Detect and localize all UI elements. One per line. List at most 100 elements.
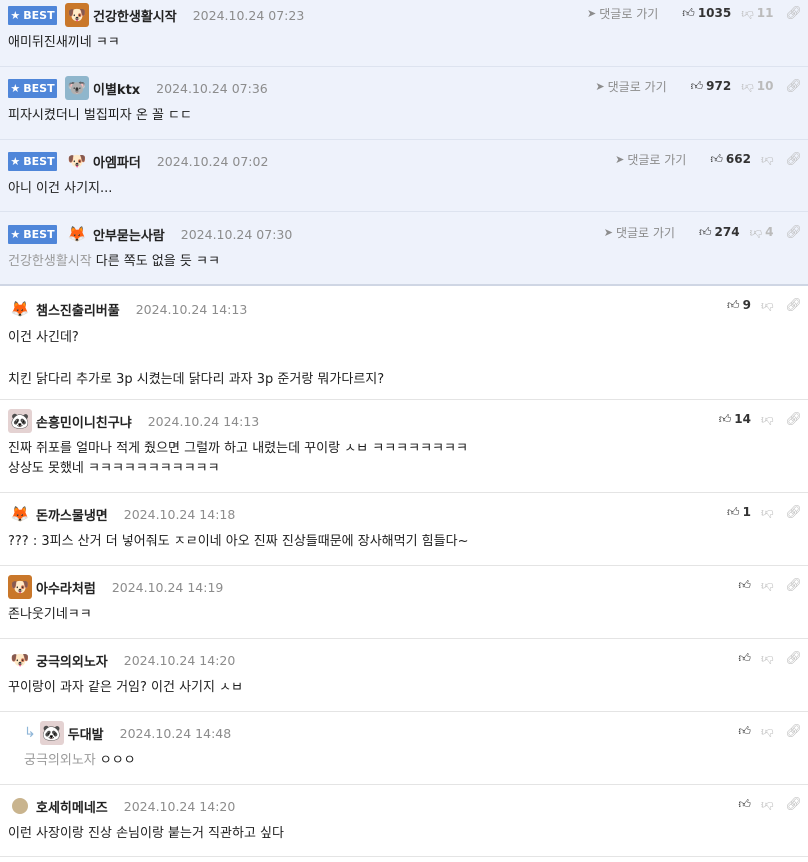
link-icon[interactable]: 🔗︎ [785, 724, 802, 739]
nickname[interactable]: 안부묻는사람 [93, 225, 165, 244]
link-icon[interactable]: 🔗︎ [785, 797, 802, 812]
comment-header: 🐼 손흥민이니친구냐 2024.10.24 14:13 [8, 406, 800, 436]
comment-actions: ➤ 댓글로 가기 👍︎ 662 👍︎ 🔗︎ [615, 150, 802, 168]
dog-avatar[interactable]: 🐶 [8, 575, 32, 599]
comment: 호세히메네즈 2024.10.24 14:20 👍︎ 👍︎ 🔗︎ 이런 사장이랑… [0, 785, 808, 857]
goto-comment-link[interactable]: ➤ 댓글로 가기 [615, 151, 686, 168]
thumbs-up-icon: 👍︎ [738, 723, 751, 738]
downvote-button[interactable]: 👍︎ 10 [741, 79, 773, 94]
nickname[interactable]: 이별ktx [93, 79, 140, 98]
upvote-button[interactable]: 👍︎ [738, 651, 751, 666]
downvote-button[interactable]: 👍︎ [761, 651, 774, 666]
goto-comment-link[interactable]: ➤ 댓글로 가기 [595, 78, 666, 95]
upvote-count: 14 [734, 412, 751, 426]
nickname[interactable]: 돈까스물냉면 [36, 505, 108, 524]
nickname[interactable]: 아수라처럼 [36, 578, 96, 597]
thumbs-down-icon: 👍︎ [760, 412, 774, 427]
downvote-button[interactable]: 👍︎ [761, 797, 774, 812]
upvote-count: 274 [714, 225, 740, 239]
thumbs-up-icon: 👍︎ [710, 151, 723, 166]
upvote-button[interactable]: 👍︎ [738, 578, 751, 593]
link-icon[interactable]: 🔗︎ [785, 6, 802, 21]
upvote-count: 1 [742, 505, 751, 519]
thumbs-down-icon: 👍︎ [760, 298, 774, 313]
nickname[interactable]: 손흥민이니친구냐 [36, 412, 132, 431]
thumbs-up-icon: 👍︎ [682, 5, 695, 20]
koala-avatar[interactable]: 🐨 [65, 76, 89, 100]
thumbs-up-icon: 👍︎ [698, 224, 712, 239]
panda-avatar[interactable]: 🐼 [8, 409, 32, 433]
downvote-button[interactable]: 👍︎ [761, 152, 774, 167]
comment: 🐼 손흥민이니친구냐 2024.10.24 14:13 👍︎ 14 👍︎ 🔗︎ 진… [0, 400, 808, 493]
downvote-button[interactable]: 👍︎ [761, 724, 774, 739]
upvote-button[interactable]: 👍︎ 14 [719, 412, 751, 427]
panda-avatar[interactable]: 🐼 [39, 721, 64, 745]
mention-nickname[interactable]: 건강한생활시작 [8, 254, 92, 269]
comment-list: ★ BEST 🐶 건강한생활시작 2024.10.24 07:23 ➤ 댓글로 가기… [0, 0, 808, 857]
comment: 🦊 돈까스물냉면 2024.10.24 14:18 👍︎ 1 👍︎ 🔗︎ ??? … [0, 493, 808, 566]
downvote-button[interactable]: 👍︎ 4 [750, 225, 774, 240]
link-icon[interactable]: 🔗︎ [785, 412, 802, 427]
upvote-button[interactable]: 👍︎ 9 [727, 298, 751, 313]
downvote-button[interactable]: 👍︎ [761, 505, 774, 520]
mention-nickname[interactable]: 궁극의외노자 [24, 753, 96, 768]
link-icon[interactable]: 🔗︎ [785, 298, 802, 313]
link-icon[interactable]: 🔗︎ [785, 505, 802, 520]
nickname[interactable]: 두대발 [68, 724, 104, 743]
comment-actions: 👍︎ 1 👍︎ 🔗︎ [717, 503, 802, 521]
thumbs-up-icon: 👍︎ [727, 297, 740, 312]
fox-avatar[interactable]: 🦊 [8, 297, 32, 321]
puppy-avatar[interactable]: 🐶 [8, 648, 32, 672]
downvote-button[interactable]: 👍︎ [761, 298, 774, 313]
downvote-button[interactable]: 👍︎ [761, 412, 774, 427]
upvote-count: 9 [742, 298, 751, 312]
nickname[interactable]: 호세히메네즈 [36, 797, 108, 816]
best-badge: ★ BEST [8, 151, 57, 171]
fox-avatar[interactable]: 🦊 [8, 502, 32, 526]
send-arrow-icon: ➤ [595, 79, 605, 93]
star-icon: ★ [10, 227, 21, 241]
upvote-button[interactable]: 👍︎ 662 [710, 152, 751, 167]
comment-date: 2024.10.24 07:36 [156, 80, 268, 96]
best-badge: ★ BEST [8, 224, 57, 244]
reply-comment: ↳ 🐼 두대발 2024.10.24 14:48 👍︎ 👍︎ 🔗︎ 궁극의외노자… [0, 712, 808, 785]
downvote-button[interactable]: 👍︎ [761, 578, 774, 593]
fox-avatar[interactable]: 🦊 [65, 222, 89, 246]
comment-header: 🦊 돈까스물냉면 2024.10.24 14:18 [8, 499, 800, 529]
upvote-button[interactable]: 👍︎ [738, 724, 751, 739]
downvote-button[interactable]: 👍︎ 11 [741, 6, 773, 21]
nickname[interactable]: 건강한생활시작 [93, 6, 177, 25]
comment-text: 아니 이건 사기지... [8, 181, 113, 196]
link-icon[interactable]: 🔗︎ [785, 79, 802, 94]
best-comment: ★ BEST 🐶 아엠파더 2024.10.24 07:02 ➤ 댓글로 가기 👍︎… [0, 140, 808, 212]
upvote-button[interactable]: 👍︎ 274 [699, 225, 740, 240]
comment-text: 피자시켰더니 벌집피자 온 꼴 ㄷㄷ [8, 108, 192, 123]
comment-text: 궁극의외노자 ㅇㅇㅇ [24, 753, 136, 768]
comment-text: 꾸이랑이 과자 같은 거임? 이건 사기지 ㅅㅂ [8, 680, 244, 695]
upvote-button[interactable]: 👍︎ 1 [727, 505, 751, 520]
send-arrow-icon: ➤ [615, 152, 625, 166]
link-icon[interactable]: 🔗︎ [785, 651, 802, 666]
reply-arrow-icon: ↳ [24, 725, 36, 741]
downvote-count: 4 [765, 225, 774, 239]
thumbs-up-icon: 👍︎ [738, 650, 751, 665]
link-icon[interactable]: 🔗︎ [785, 578, 802, 593]
nickname[interactable]: 궁극의외노자 [36, 651, 108, 670]
ball-avatar[interactable] [8, 794, 32, 818]
link-icon[interactable]: 🔗︎ [785, 225, 802, 240]
puppy-avatar[interactable]: 🐶 [65, 149, 89, 173]
send-arrow-icon: ➤ [587, 6, 597, 20]
nickname[interactable]: 아엠파더 [93, 152, 141, 171]
link-icon[interactable]: 🔗︎ [785, 152, 802, 167]
upvote-button[interactable]: 👍︎ [738, 797, 751, 812]
comment-actions: 👍︎ 👍︎ 🔗︎ [728, 649, 802, 667]
comment-header: 🐶 아수라처럼 2024.10.24 14:19 [8, 572, 800, 602]
goto-comment-link[interactable]: ➤ 댓글로 가기 [587, 5, 658, 22]
comment: 🐶 궁극의외노자 2024.10.24 14:20 👍︎ 👍︎ 🔗︎ 꾸이랑이 … [0, 639, 808, 712]
upvote-button[interactable]: 👍︎ 972 [691, 79, 732, 94]
upvote-button[interactable]: 👍︎ 1035 [682, 6, 731, 21]
dog-avatar[interactable]: 🐶 [65, 3, 89, 27]
nickname[interactable]: 챔스진출리버풀 [36, 300, 120, 319]
thumbs-down-icon: 👍︎ [760, 651, 774, 666]
goto-comment-link[interactable]: ➤ 댓글로 가기 [604, 224, 675, 241]
